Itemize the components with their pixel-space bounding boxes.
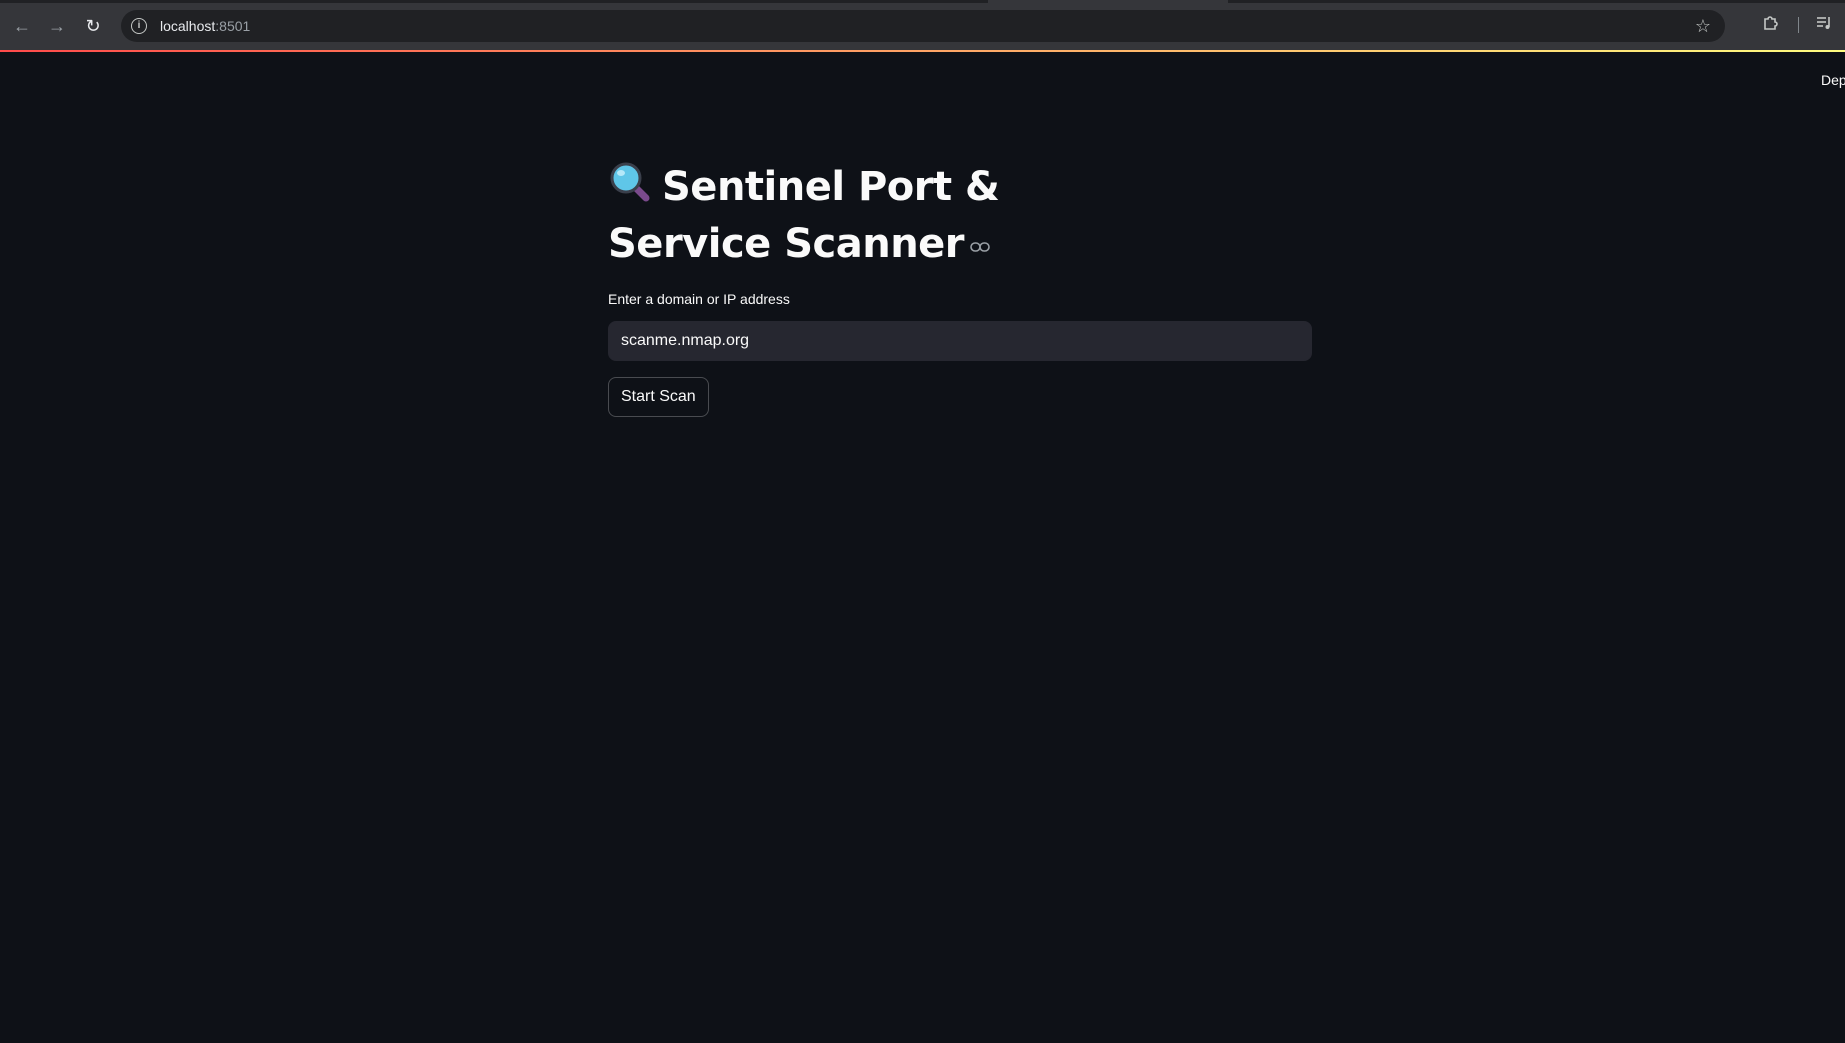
active-tab[interactable] bbox=[988, 0, 1228, 3]
url-text[interactable]: localhost:8501 bbox=[160, 18, 250, 34]
url-host: localhost bbox=[160, 18, 216, 34]
domain-input-label: Enter a domain or IP address bbox=[608, 291, 790, 307]
deploy-button[interactable]: Dep bbox=[1821, 72, 1845, 88]
page-title-text: Sentinel Port & Service Scanner bbox=[608, 164, 1000, 267]
back-button[interactable]: ← bbox=[8, 12, 36, 40]
domain-input[interactable] bbox=[608, 321, 1312, 361]
arrow-right-icon: → bbox=[48, 15, 66, 36]
puzzle-icon[interactable] bbox=[1762, 14, 1780, 37]
media-queue-icon[interactable] bbox=[1815, 14, 1833, 37]
app-decoration-bar bbox=[0, 50, 1845, 52]
address-bar[interactable]: i localhost:8501 ☆ bbox=[121, 10, 1725, 42]
start-scan-button[interactable]: Start Scan bbox=[608, 377, 709, 417]
toolbar-divider bbox=[1798, 17, 1799, 33]
reload-button[interactable]: ↻ bbox=[79, 12, 107, 40]
url-port: :8501 bbox=[215, 18, 251, 34]
page-title: Sentinel Port & Service Scanner bbox=[608, 160, 1168, 271]
link-icon[interactable] bbox=[970, 214, 990, 252]
reload-icon: ↻ bbox=[85, 15, 101, 36]
main-container: Sentinel Port & Service Scanner Enter a … bbox=[608, 160, 1312, 417]
forward-button[interactable]: → bbox=[43, 12, 71, 40]
star-icon[interactable]: ☆ bbox=[1695, 16, 1711, 36]
magnifier-icon bbox=[608, 160, 652, 202]
arrow-left-icon: ← bbox=[13, 15, 31, 36]
info-icon[interactable]: i bbox=[131, 18, 147, 34]
tab-strip bbox=[0, 0, 1845, 3]
browser-toolbar: ← → ↻ i localhost:8501 ☆ bbox=[0, 0, 1845, 50]
